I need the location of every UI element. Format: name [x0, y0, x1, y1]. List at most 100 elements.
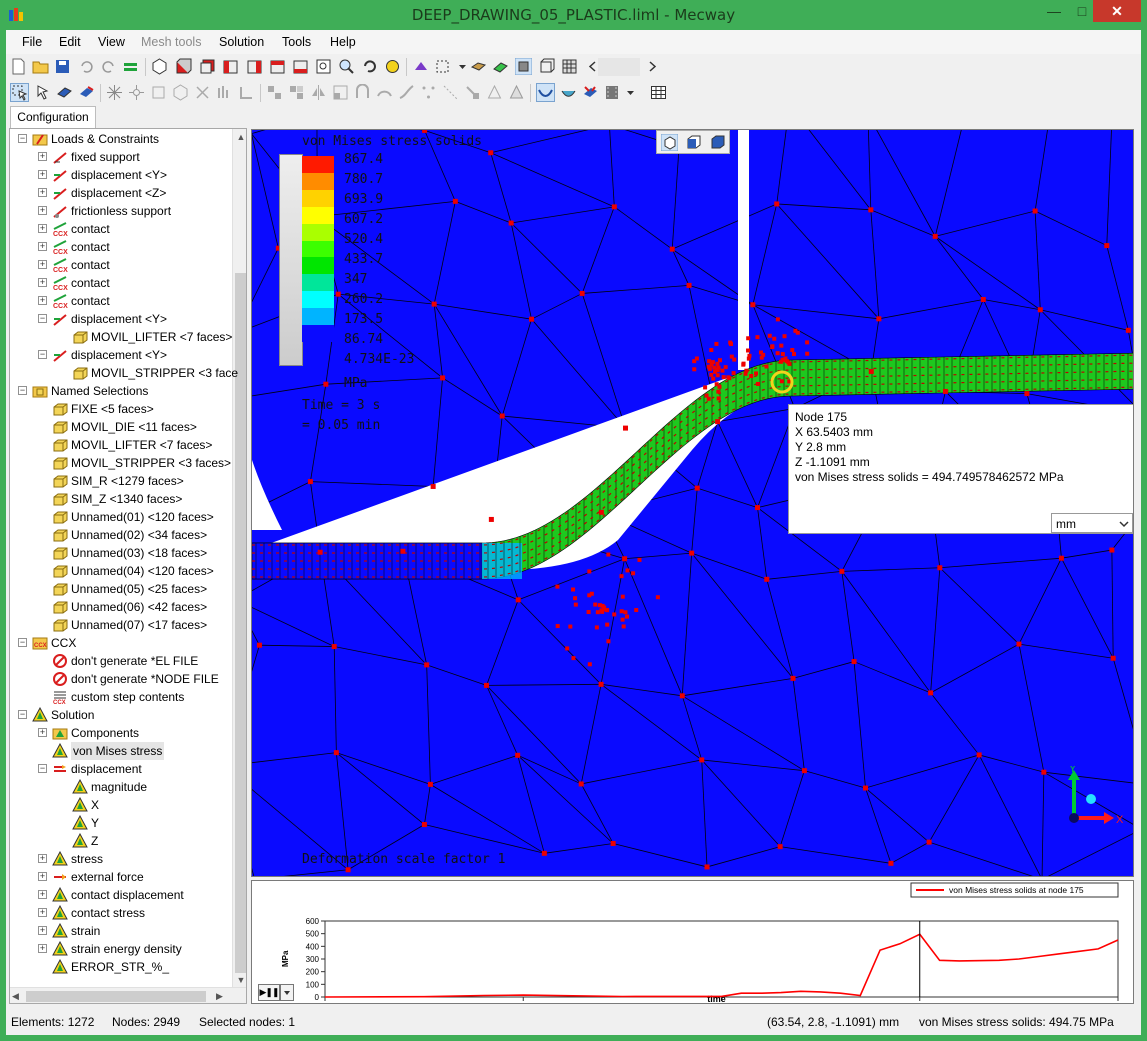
- close-button[interactable]: ✕: [1093, 0, 1141, 22]
- collapse-icon[interactable]: −: [18, 710, 27, 719]
- save-icon[interactable]: [54, 58, 71, 75]
- deformed-icon[interactable]: [560, 84, 577, 101]
- tree-horizontal-scrollbar[interactable]: ◀ ▶: [10, 987, 246, 1003]
- tree-item[interactable]: Z: [10, 832, 232, 850]
- redo-icon[interactable]: [100, 58, 117, 75]
- scroll-up-arrow-icon[interactable]: ▲: [234, 130, 246, 144]
- expand-icon[interactable]: +: [38, 152, 47, 161]
- zoom-box-icon[interactable]: [315, 58, 332, 75]
- menu-edit[interactable]: Edit: [59, 35, 81, 49]
- tree-item[interactable]: SIM_R <1279 faces>: [10, 472, 232, 490]
- delete-icon[interactable]: [194, 84, 211, 101]
- tree-item[interactable]: + contact stress: [10, 904, 232, 922]
- collapse-icon[interactable]: −: [38, 350, 47, 359]
- tree-item[interactable]: + Components: [10, 724, 232, 742]
- cube-wire-icon[interactable]: [172, 84, 189, 101]
- tree-item[interactable]: − displacement <Y>: [10, 310, 232, 328]
- collapse-icon[interactable]: −: [18, 638, 27, 647]
- expand-icon[interactable]: +: [38, 224, 47, 233]
- tree-item[interactable]: MOVIL_STRIPPER <3 faces>: [10, 454, 232, 472]
- explode-icon[interactable]: [106, 84, 123, 101]
- tree-item[interactable]: − Named Selections: [10, 382, 232, 400]
- solve-icon[interactable]: [122, 58, 139, 75]
- tree-item[interactable]: Unnamed(06) <42 faces>: [10, 598, 232, 616]
- tree-item[interactable]: + external force: [10, 868, 232, 886]
- display-options-icon[interactable]: [413, 58, 430, 75]
- expand-icon[interactable]: +: [38, 728, 47, 737]
- tree-item[interactable]: magnitude: [10, 778, 232, 796]
- unit-select[interactable]: mm: [1051, 513, 1133, 533]
- tree-item[interactable]: Unnamed(04) <120 faces>: [10, 562, 232, 580]
- tree-item[interactable]: + CCX contact: [10, 220, 232, 238]
- select-face-icon[interactable]: [56, 84, 73, 101]
- expand-icon[interactable]: +: [38, 170, 47, 179]
- table-icon[interactable]: [650, 84, 667, 101]
- toolbar-scroll-track[interactable]: [598, 58, 640, 76]
- bend-icon[interactable]: [398, 84, 415, 101]
- expand-icon[interactable]: +: [38, 854, 47, 863]
- tree-item[interactable]: X: [10, 796, 232, 814]
- menu-help[interactable]: Help: [330, 35, 356, 49]
- tree-item[interactable]: Unnamed(05) <25 faces>: [10, 580, 232, 598]
- legend-slider[interactable]: [279, 154, 303, 366]
- triangle-solid-icon[interactable]: [508, 84, 525, 101]
- collapse-icon[interactable]: −: [38, 314, 47, 323]
- tree-item[interactable]: + strain: [10, 922, 232, 940]
- expand-icon[interactable]: +: [38, 908, 47, 917]
- view-right-icon[interactable]: [246, 58, 263, 75]
- view-back-icon[interactable]: [199, 58, 216, 75]
- rotate-icon[interactable]: [361, 58, 378, 75]
- solid-cube-icon[interactable]: [709, 134, 726, 151]
- expand-icon[interactable]: +: [38, 188, 47, 197]
- zoom-icon[interactable]: [338, 58, 355, 75]
- animate-icon[interactable]: [604, 84, 621, 101]
- expand-icon[interactable]: +: [38, 872, 47, 881]
- ortho-cube-icon[interactable]: [685, 134, 702, 151]
- expand-icon[interactable]: +: [38, 278, 47, 287]
- expand-icon[interactable]: +: [38, 944, 47, 953]
- tree-item[interactable]: + CCX contact: [10, 238, 232, 256]
- model-tree[interactable]: ▲ ▼ ◀ ▶ − Loads & Constraints + fixed suppo…: [9, 128, 247, 1004]
- tree-item[interactable]: − displacement: [10, 760, 232, 778]
- tree-item[interactable]: + CCX contact: [10, 256, 232, 274]
- tree-item[interactable]: Unnamed(07) <17 faces>: [10, 616, 232, 634]
- tree-item[interactable]: don't generate *NODE FILE: [10, 670, 232, 688]
- menu-solution[interactable]: Solution: [219, 35, 264, 49]
- expand-icon[interactable]: +: [38, 260, 47, 269]
- menu-view[interactable]: View: [98, 35, 125, 49]
- collapse-icon[interactable]: −: [18, 386, 27, 395]
- arc-icon[interactable]: [376, 84, 393, 101]
- tree-item[interactable]: Y: [10, 814, 232, 832]
- extrude-icon[interactable]: [216, 84, 233, 101]
- model-viewport[interactable]: von Mises stress solids 867.4 780.7 693.9 6…: [251, 129, 1134, 877]
- tree-item[interactable]: + contact displacement: [10, 886, 232, 904]
- spark-icon[interactable]: [128, 84, 145, 101]
- contour-icon[interactable]: [536, 83, 555, 102]
- tree-item[interactable]: − Loads & Constraints: [10, 130, 232, 148]
- scale-icon[interactable]: [332, 84, 349, 101]
- view-left-icon[interactable]: [222, 58, 239, 75]
- tree-item[interactable]: − displacement <Y>: [10, 346, 232, 364]
- tree-item[interactable]: + fixed support: [10, 148, 232, 166]
- tree-item[interactable]: Unnamed(01) <120 faces>: [10, 508, 232, 526]
- tree-item[interactable]: + strain energy density: [10, 940, 232, 958]
- split-icon[interactable]: [464, 84, 481, 101]
- collapse-icon[interactable]: −: [18, 134, 27, 143]
- tree-item[interactable]: CCX custom step contents: [10, 688, 232, 706]
- scroll-right-arrow-icon[interactable]: ▶: [216, 990, 228, 1002]
- vectors-icon[interactable]: [582, 84, 599, 101]
- expand-icon[interactable]: +: [38, 206, 47, 215]
- expand-icon[interactable]: +: [38, 296, 47, 305]
- triangle-icon[interactable]: [486, 84, 503, 101]
- tree-item[interactable]: FIXE <5 faces>: [10, 400, 232, 418]
- tree-item[interactable]: Unnamed(03) <18 faces>: [10, 544, 232, 562]
- expand-icon[interactable]: +: [38, 890, 47, 899]
- tree-item[interactable]: don't generate *EL FILE: [10, 652, 232, 670]
- sweep-icon[interactable]: [238, 84, 255, 101]
- view-top-icon[interactable]: [269, 58, 286, 75]
- undo-icon[interactable]: [78, 58, 95, 75]
- history-chart[interactable]: 010020030040050060001234MPatimevon Mises…: [252, 881, 1133, 1003]
- nodes-icon[interactable]: [442, 84, 459, 101]
- tab-configuration[interactable]: Configuration: [10, 106, 96, 128]
- view-isometric-icon[interactable]: [151, 58, 168, 75]
